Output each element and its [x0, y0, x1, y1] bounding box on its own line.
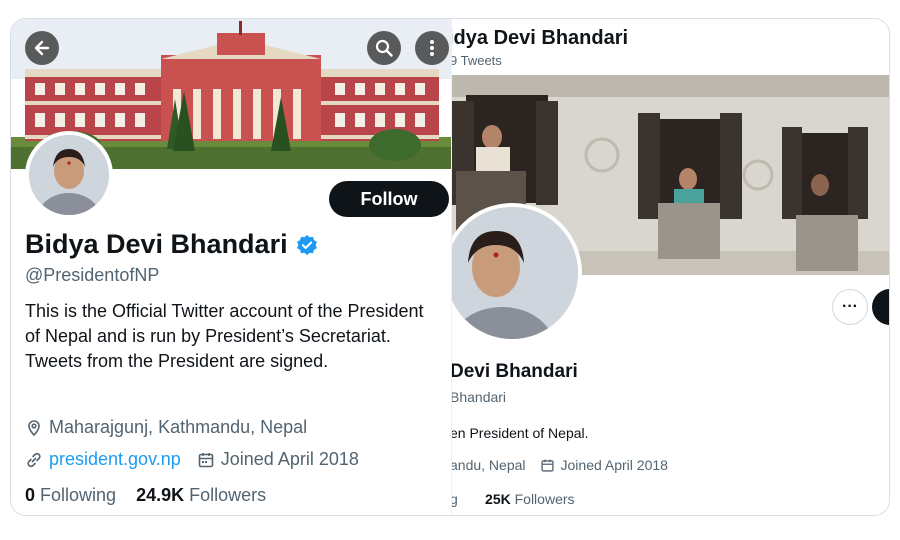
profile-name-row: Bidya Devi Bhandari	[25, 229, 318, 260]
website-link[interactable]: president.gov.np	[49, 449, 181, 470]
location-text: Maharajgunj, Kathmandu, Nepal	[49, 417, 308, 437]
back-button[interactable]	[25, 31, 59, 65]
calendar-icon	[540, 459, 554, 472]
profile-name-archived: Devi Bhandari	[451, 361, 578, 382]
follow-button[interactable]: Follow	[329, 181, 449, 217]
link-icon	[27, 452, 41, 467]
back-arrow-icon	[34, 40, 50, 56]
profile-name: Bidya Devi Bhandari	[25, 229, 288, 259]
followers-link[interactable]: 24.9K Followers	[136, 485, 266, 505]
following-link[interactable]: 0 Following	[25, 485, 116, 505]
follow-button-partial[interactable]	[872, 289, 889, 325]
location-joined-row-archived: andu, Nepal Joined April 2018	[451, 457, 668, 473]
more-vertical-icon	[430, 40, 434, 56]
joined-date-archived: Joined April 2018	[560, 457, 668, 473]
left-profile-panel: Follow Bidya Devi Bhandari @PresidentofN…	[11, 19, 451, 515]
profile-bio-archived: en President of Nepal.	[451, 425, 589, 441]
search-icon	[375, 39, 393, 57]
location-pin-icon	[28, 419, 40, 436]
search-button[interactable]	[367, 31, 401, 65]
right-profile-panel: idya Devi Bhandari 9 Tweets ··· Devi Bha…	[451, 19, 889, 515]
location-row: Maharajgunj, Kathmandu, Nepal	[25, 417, 307, 438]
verified-badge-icon	[296, 234, 317, 255]
profile-handle: @PresidentofNP	[25, 265, 160, 285]
profile-handle-archived: Bhandari	[451, 389, 507, 405]
follow-stats-archived: g 25K Followers	[452, 491, 575, 507]
comparison-card: Follow Bidya Devi Bhandari @PresidentofN…	[10, 18, 890, 516]
more-button[interactable]: ···	[832, 289, 868, 325]
profile-avatar[interactable]	[25, 131, 113, 219]
location-text-archived: andu, Nepal	[451, 457, 526, 473]
following-link-archived[interactable]: g	[452, 491, 458, 507]
header-title: idya Devi Bhandari	[451, 27, 629, 49]
joined-date: Joined April 2018	[220, 449, 359, 469]
profile-avatar-archived[interactable]	[452, 203, 582, 343]
profile-bio: This is the Official Twitter account of …	[25, 301, 424, 371]
calendar-icon	[198, 452, 214, 467]
website-joined-row: president.gov.np Joined April 2018	[25, 449, 359, 470]
more-options-button[interactable]	[415, 31, 449, 65]
tweet-count: 9 Tweets	[451, 53, 502, 68]
followers-link-archived[interactable]: 25K Followers	[485, 491, 574, 507]
follow-stats: 0 Following 24.9K Followers	[25, 485, 266, 506]
